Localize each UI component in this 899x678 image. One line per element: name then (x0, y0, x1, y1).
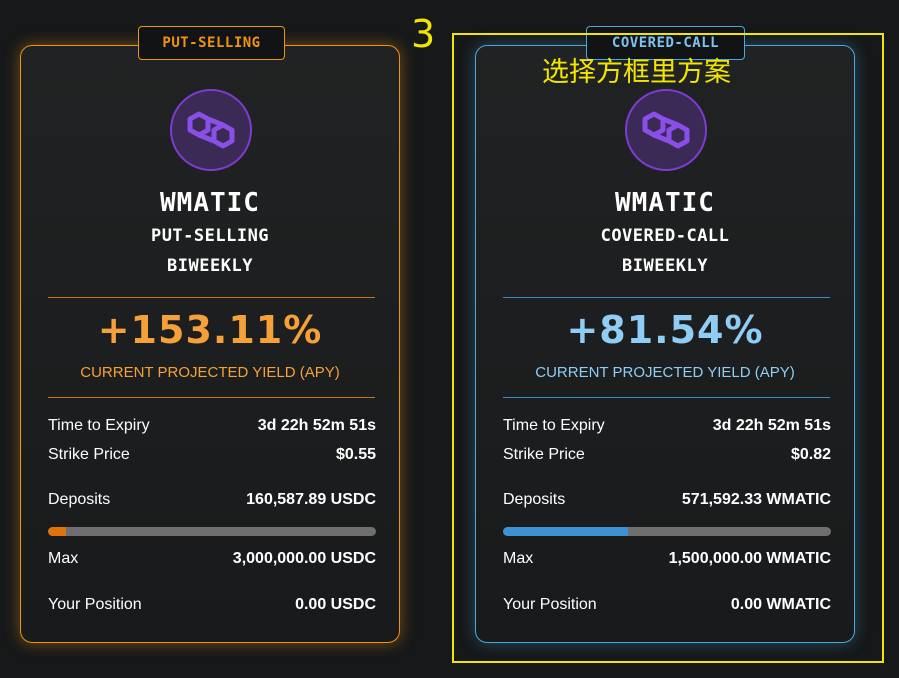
strike-price-value: $0.55 (335, 446, 376, 463)
deposit-progress-fill (48, 527, 66, 536)
strike-price-row: Strike Price $0.55 (48, 446, 376, 464)
period-name: BIWEEKLY (167, 256, 253, 276)
max-value: 1,500,000.00 WMATIC (668, 550, 831, 567)
vault-cards-screen: WMATIC PUT-SELLING BIWEEKLY +153.11% CUR… (0, 0, 899, 678)
apy-label: CURRENT PROJECTED YIELD (APY) (535, 364, 795, 381)
deposits-label: Deposits (48, 491, 111, 508)
max-label: Max (48, 550, 79, 567)
polygon-icon (625, 89, 707, 171)
strike-price-label: Strike Price (48, 446, 130, 463)
deposit-progress-fill (503, 527, 628, 536)
apy-label: CURRENT PROJECTED YIELD (APY) (80, 364, 340, 381)
max-label: Max (503, 550, 534, 567)
divider (503, 297, 830, 298)
your-position-label: Your Position (503, 596, 597, 613)
your-position-row: Your Position 0.00 WMATIC (503, 596, 831, 614)
deposits-label: Deposits (503, 491, 566, 508)
asset-name: WMATIC (615, 188, 715, 218)
your-position-row: Your Position 0.00 USDC (48, 596, 376, 614)
deposits-value: 571,592.33 WMATIC (681, 491, 831, 508)
deposit-progress-bar (48, 527, 376, 536)
your-position-value: 0.00 WMATIC (730, 596, 831, 613)
put-selling-vault-card[interactable]: WMATIC PUT-SELLING BIWEEKLY +153.11% CUR… (20, 45, 400, 643)
annotation-text: 选择方框里方案 (542, 57, 731, 88)
strategy-name: COVERED-CALL (600, 226, 730, 246)
divider (503, 397, 830, 398)
divider (48, 397, 375, 398)
asset-name: WMATIC (160, 188, 260, 218)
strike-price-row: Strike Price $0.82 (503, 446, 831, 464)
strike-price-label: Strike Price (503, 446, 585, 463)
period-name: BIWEEKLY (622, 256, 708, 276)
deposit-progress-bar (503, 527, 831, 536)
strike-price-value: $0.82 (790, 446, 831, 463)
max-row: Max 1,500,000.00 WMATIC (503, 550, 831, 568)
time-to-expiry-value: 3d 22h 52m 51s (712, 417, 831, 434)
apy-value: +81.54% (566, 308, 764, 352)
deposits-value: 160,587.89 USDC (246, 491, 376, 508)
time-to-expiry-row: Time to Expiry 3d 22h 52m 51s (503, 417, 831, 435)
max-value: 3,000,000.00 USDC (232, 550, 376, 567)
deposits-row: Deposits 571,592.33 WMATIC (503, 491, 831, 509)
your-position-value: 0.00 USDC (295, 596, 376, 613)
divider (48, 297, 375, 298)
put-selling-tag: PUT-SELLING (138, 26, 285, 60)
deposits-row: Deposits 160,587.89 USDC (48, 491, 376, 509)
covered-call-vault-card[interactable]: WMATIC COVERED-CALL BIWEEKLY +81.54% CUR… (475, 45, 855, 643)
strategy-name: PUT-SELLING (150, 226, 270, 246)
your-position-label: Your Position (48, 596, 142, 613)
max-row: Max 3,000,000.00 USDC (48, 550, 376, 568)
annotation-step-number: 3 (411, 12, 436, 56)
polygon-icon (170, 89, 252, 171)
time-to-expiry-label: Time to Expiry (48, 417, 150, 434)
time-to-expiry-value: 3d 22h 52m 51s (257, 417, 376, 434)
time-to-expiry-label: Time to Expiry (503, 417, 605, 434)
time-to-expiry-row: Time to Expiry 3d 22h 52m 51s (48, 417, 376, 435)
apy-value: +153.11% (97, 308, 323, 352)
